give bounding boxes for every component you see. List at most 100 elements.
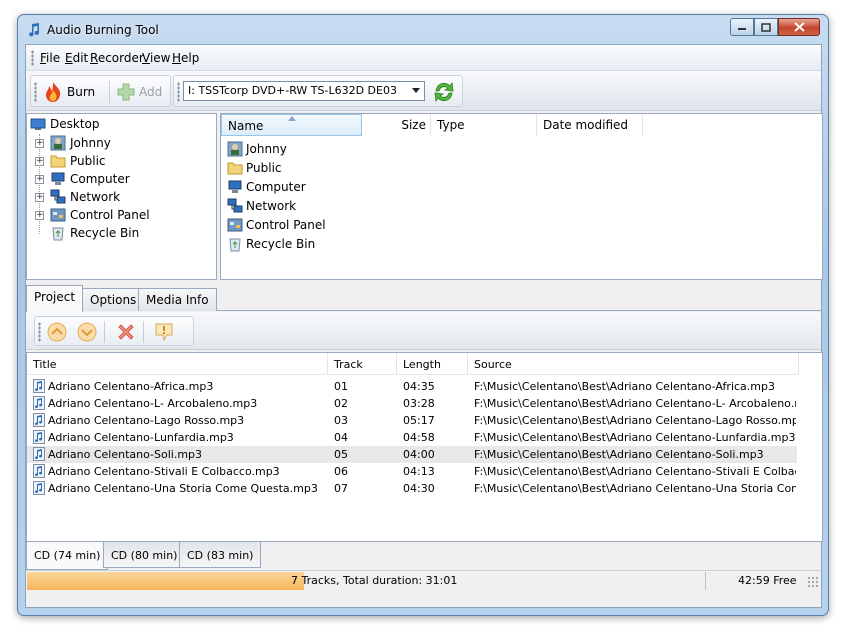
toolbar-separator — [109, 81, 110, 103]
tree-item-johnny[interactable]: Johnny — [50, 134, 111, 152]
tree-item-recycle-bin[interactable]: Recycle Bin — [50, 224, 139, 242]
track-source: F:\Music\Celentano\Best\Adriano Celentan… — [474, 414, 796, 427]
tree-label: Johnny — [70, 136, 111, 150]
column-type[interactable]: Type — [431, 114, 537, 136]
file-browser[interactable]: Name Size Type Date modified Johnny Publ… — [220, 113, 823, 280]
track-length: 03:28 — [403, 397, 435, 410]
menu-grip[interactable] — [31, 50, 34, 66]
menu-edit[interactable]: Edit — [65, 51, 88, 65]
track-title: Adriano Celentano-Africa.mp3 — [48, 380, 214, 393]
list-item[interactable]: Recycle Bin — [227, 234, 315, 253]
menu-bar: File Edit Recorder View Help — [26, 45, 821, 71]
tree-item-computer[interactable]: Computer — [50, 170, 130, 188]
delete-icon[interactable] — [115, 321, 137, 343]
tab-media-info[interactable]: Media Info — [138, 288, 217, 311]
column-source[interactable]: Source — [468, 353, 799, 375]
project-tabs: Project Options Media Info — [26, 285, 821, 312]
table-row[interactable]: Adriano Celentano-Africa.mp3 01 04:35 F:… — [27, 378, 797, 395]
track-length: 04:00 — [403, 448, 435, 461]
move-up-icon[interactable] — [46, 321, 68, 343]
tree-item-desktop[interactable]: Desktop — [30, 115, 100, 133]
column-name[interactable]: Name — [221, 114, 362, 136]
close-button[interactable] — [778, 18, 820, 36]
menu-file[interactable]: File — [40, 51, 60, 65]
audio-file-icon — [33, 447, 45, 461]
tab-cd-80[interactable]: CD (80 min) — [103, 542, 186, 568]
expand-icon[interactable]: + — [35, 193, 44, 202]
audio-file-icon — [33, 430, 45, 444]
resize-grip-icon[interactable] — [807, 576, 819, 588]
column-length[interactable]: Length — [397, 353, 468, 375]
toolbar-grip[interactable] — [34, 82, 37, 102]
table-row[interactable]: Adriano Celentano-Lago Rosso.mp3 03 05:1… — [27, 412, 797, 429]
track-source: F:\Music\Celentano\Best\Adriano Celentan… — [474, 431, 796, 444]
track-number: 07 — [334, 482, 348, 495]
tab-label: CD (83 min) — [187, 549, 254, 562]
chevron-down-icon — [412, 88, 420, 93]
table-row[interactable]: Adriano Celentano-Stivali E Colbacco.mp3… — [27, 463, 797, 480]
maximize-button[interactable] — [754, 18, 778, 36]
table-row[interactable]: Adriano Celentano-Soli.mp3 05 04:00 F:\M… — [27, 446, 797, 463]
tab-cd-74[interactable]: CD (74 min) — [26, 542, 109, 570]
drive-value: I: TSSTcorp DVD+-RW TS-L632D DE03 — [188, 84, 397, 97]
properties-icon[interactable] — [153, 321, 175, 343]
title-bar[interactable]: Audio Burning Tool — [18, 15, 828, 45]
item-label: Recycle Bin — [246, 236, 316, 251]
table-row[interactable]: Adriano Celentano-L- Arcobaleno.mp3 02 0… — [27, 395, 797, 412]
tree-item-network[interactable]: Network — [50, 188, 120, 206]
column-title[interactable]: Title — [27, 353, 328, 375]
expand-icon[interactable]: + — [35, 211, 44, 220]
user-folder-icon — [50, 135, 66, 151]
network-icon — [227, 198, 243, 212]
folder-tree[interactable]: Desktop + Johnny + Public + Computer + N… — [26, 113, 217, 280]
minimize-button[interactable] — [730, 18, 754, 36]
computer-icon — [51, 172, 65, 185]
tree-item-public[interactable]: Public — [50, 152, 106, 170]
column-label: Type — [437, 118, 465, 132]
strip-separator — [143, 321, 144, 343]
refresh-icon[interactable] — [432, 80, 456, 104]
menu-recorder[interactable]: Recorder — [90, 51, 144, 65]
tree-label: Public — [70, 154, 106, 168]
drive-select[interactable]: I: TSSTcorp DVD+-RW TS-L632D DE03 — [183, 81, 425, 101]
table-row[interactable]: Adriano Celentano-Una Storia Come Questa… — [27, 480, 797, 497]
tab-label: Project — [34, 290, 76, 304]
audio-file-icon — [33, 379, 45, 393]
column-date-modified[interactable]: Date modified — [537, 114, 643, 136]
recycle-bin-icon — [52, 227, 64, 241]
column-size[interactable]: Size — [362, 114, 431, 136]
app-window: Audio Burning Tool File Edit Recorder Vi… — [17, 14, 829, 616]
list-item[interactable]: Public — [227, 158, 282, 177]
move-down-icon[interactable] — [76, 321, 98, 343]
tab-options[interactable]: Options — [82, 288, 145, 311]
list-item[interactable]: Network — [227, 196, 296, 215]
tab-cd-83[interactable]: CD (83 min) — [179, 542, 262, 568]
expand-icon[interactable]: + — [35, 157, 44, 166]
tree-item-control-panel[interactable]: Control Panel — [50, 206, 150, 224]
list-item[interactable]: Control Panel — [227, 215, 326, 234]
burn-button[interactable]: Burn — [43, 81, 95, 103]
list-item[interactable]: Johnny — [227, 139, 287, 158]
tracks-table[interactable]: Title Track Length Source Adriano Celent… — [26, 352, 823, 542]
track-source: F:\Music\Celentano\Best\Adriano Celentan… — [474, 448, 764, 461]
track-source: F:\Music\Celentano\Best\Adriano Celentan… — [474, 482, 796, 495]
expand-icon[interactable]: + — [35, 175, 44, 184]
drive-grip[interactable] — [177, 82, 180, 102]
expand-icon[interactable]: + — [35, 139, 44, 148]
disc-tabs: CD (74 min) CD (80 min) CD (83 min) — [26, 542, 821, 570]
track-number: 02 — [334, 397, 348, 410]
menu-help[interactable]: Help — [172, 51, 199, 65]
track-number: 03 — [334, 414, 348, 427]
tab-label: CD (74 min) — [34, 549, 101, 562]
strip-grip[interactable] — [38, 322, 41, 342]
list-item[interactable]: Computer — [227, 177, 306, 196]
column-track[interactable]: Track — [328, 353, 397, 375]
track-source: F:\Music\Celentano\Best\Adriano Celentan… — [474, 380, 775, 393]
menu-view[interactable]: View — [142, 51, 170, 65]
track-length: 05:17 — [403, 414, 435, 427]
add-button[interactable]: Add — [117, 81, 162, 103]
item-label: Control Panel — [246, 217, 326, 232]
tab-project[interactable]: Project — [26, 285, 84, 312]
table-row[interactable]: Adriano Celentano-Lunfardia.mp3 04 04:58… — [27, 429, 797, 446]
track-title: Adriano Celentano-Lunfardia.mp3 — [48, 431, 234, 444]
